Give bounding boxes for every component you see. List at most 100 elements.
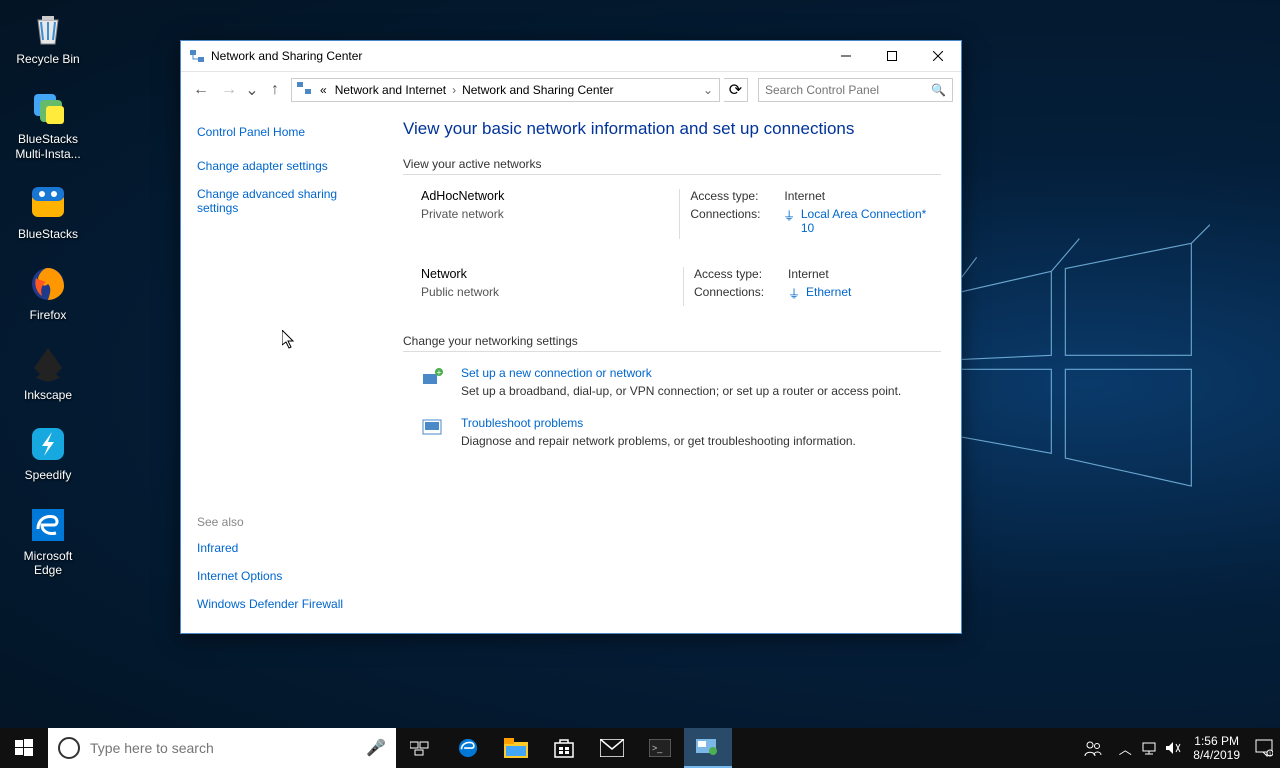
sidebar-link-infrared[interactable]: Infrared (197, 541, 375, 555)
desktop-icon-label: Firefox (30, 308, 67, 322)
breadcrumb-prefix[interactable]: « (316, 83, 331, 97)
network-entry: AdHocNetwork Private network Access type… (403, 189, 941, 239)
taskbar-search-input[interactable] (90, 740, 366, 756)
connection-icon: ⏚ (788, 285, 802, 302)
network-sharing-icon (296, 80, 312, 99)
desktop-icon-label: Speedify (25, 468, 72, 482)
breadcrumb[interactable]: « Network and Internet › Network and Sha… (291, 78, 720, 102)
taskbar-app-cmd[interactable]: >_ (636, 728, 684, 768)
people-button[interactable] (1073, 728, 1113, 768)
control-panel-home-link[interactable]: Control Panel Home (197, 125, 375, 139)
navigation-bar: ← → ⌄ ↑ « Network and Internet › Network… (181, 71, 961, 107)
sidebar-link-adapter[interactable]: Change adapter settings (197, 159, 375, 173)
desktop-icon-bluestacks[interactable]: BlueStacks (8, 183, 88, 241)
active-networks-heading: View your active networks (403, 157, 941, 175)
connections-label: Connections: (694, 285, 788, 302)
sidebar-link-advanced-sharing[interactable]: Change advanced sharing settings (197, 187, 375, 215)
taskbar-search[interactable]: 🎤 (48, 728, 396, 768)
connections-label: Connections: (690, 207, 783, 235)
speedify-icon (28, 424, 68, 464)
taskbar: 🎤 >_ ︿ 1:56 PM 8/4/2019 1 (0, 728, 1280, 768)
taskbar-app-explorer[interactable] (492, 728, 540, 768)
windows-logo-wallpaper (930, 220, 1210, 500)
network-name: AdHocNetwork (421, 189, 679, 203)
network-name: Network (421, 267, 683, 281)
titlebar[interactable]: Network and Sharing Center (181, 41, 961, 71)
firefox-icon (28, 264, 68, 304)
sidebar-link-internet-options[interactable]: Internet Options (197, 569, 375, 583)
chevron-right-icon: › (450, 83, 458, 97)
desktop-icon-label: Inkscape (24, 388, 72, 402)
desktop-icon-label: Microsoft Edge (10, 549, 86, 578)
desktop-icon-speedify[interactable]: Speedify (8, 424, 88, 482)
connection-link[interactable]: Ethernet (806, 285, 851, 302)
taskbar-app-edge[interactable] (444, 728, 492, 768)
clock-date: 8/4/2019 (1193, 748, 1240, 762)
taskbar-app-store[interactable] (540, 728, 588, 768)
action-link[interactable]: Troubleshoot problems (461, 416, 583, 430)
action-desc: Set up a broadband, dial-up, or VPN conn… (461, 384, 901, 398)
desktop-icon-label: BlueStacks Multi-Insta... (10, 132, 86, 161)
edge-icon (28, 505, 68, 545)
network-type: Public network (421, 285, 683, 299)
connection-icon: ⏚ (783, 207, 797, 235)
minimize-button[interactable] (823, 41, 869, 71)
action-setup-connection: + Set up a new connection or network Set… (403, 366, 941, 398)
mic-icon[interactable]: 🎤 (366, 738, 386, 758)
action-center-button[interactable]: 1 (1248, 739, 1280, 757)
desktop-icon-recycle-bin[interactable]: Recycle Bin (8, 8, 88, 66)
desktop-icon-label: BlueStacks (18, 227, 78, 241)
tray-volume-icon[interactable] (1161, 728, 1185, 768)
access-type-value: Internet (784, 189, 825, 203)
sidebar-link-firewall[interactable]: Windows Defender Firewall (197, 597, 375, 611)
setup-connection-icon: + (421, 366, 453, 388)
network-entry: Network Public network Access type:Inter… (403, 267, 941, 306)
sidebar: Control Panel Home Change adapter settin… (181, 107, 391, 633)
taskbar-app-mail[interactable] (588, 728, 636, 768)
forward-button[interactable]: → (217, 78, 241, 102)
breadcrumb-seg[interactable]: Network and Internet (331, 83, 450, 97)
desktop-icon-bluestacks-multi[interactable]: BlueStacks Multi-Insta... (8, 88, 88, 161)
refresh-button[interactable]: ⟳ (724, 78, 748, 102)
change-settings-heading: Change your networking settings (403, 334, 941, 352)
page-heading: View your basic network information and … (403, 119, 941, 139)
close-button[interactable] (915, 41, 961, 71)
cortana-icon (58, 737, 80, 759)
action-troubleshoot: Troubleshoot problems Diagnose and repai… (403, 416, 941, 448)
maximize-button[interactable] (869, 41, 915, 71)
access-type-label: Access type: (690, 189, 784, 203)
action-link[interactable]: Set up a new connection or network (461, 366, 652, 380)
desktop-icon-edge[interactable]: Microsoft Edge (8, 505, 88, 578)
svg-text:+: + (437, 368, 442, 377)
search-box[interactable]: 🔍 (758, 78, 953, 102)
search-input[interactable] (765, 83, 931, 97)
bluestacks-multi-icon (28, 88, 68, 128)
back-button[interactable]: ← (189, 78, 213, 102)
taskbar-clock[interactable]: 1:56 PM 8/4/2019 (1185, 734, 1248, 763)
desktop-icon-firefox[interactable]: Firefox (8, 264, 88, 322)
desktop-icon-inkscape[interactable]: Inkscape (8, 344, 88, 402)
tray-overflow[interactable]: ︿ (1113, 728, 1137, 768)
network-type: Private network (421, 207, 679, 221)
search-icon: 🔍 (931, 83, 946, 97)
connection-link[interactable]: Local Area Connection* 10 (801, 207, 941, 235)
window-title: Network and Sharing Center (211, 49, 823, 63)
svg-text:>_: >_ (652, 743, 663, 753)
main-content: View your basic network information and … (391, 107, 961, 633)
recycle-bin-icon (28, 8, 68, 48)
recent-dropdown[interactable]: ⌄ (245, 78, 259, 102)
desktop-icon-label: Recycle Bin (16, 52, 79, 66)
access-type-value: Internet (788, 267, 829, 281)
action-desc: Diagnose and repair network problems, or… (461, 434, 856, 448)
breadcrumb-seg[interactable]: Network and Sharing Center (458, 83, 617, 97)
breadcrumb-dropdown[interactable]: ⌄ (701, 83, 715, 97)
start-button[interactable] (0, 728, 48, 768)
inkscape-icon (28, 344, 68, 384)
clock-time: 1:56 PM (1193, 734, 1240, 748)
network-sharing-icon (189, 48, 205, 64)
task-view-button[interactable] (396, 728, 444, 768)
see-also-label: See also (197, 515, 375, 529)
tray-network-icon[interactable] (1137, 728, 1161, 768)
taskbar-app-control-panel[interactable] (684, 728, 732, 768)
up-button[interactable]: ↑ (263, 78, 287, 102)
